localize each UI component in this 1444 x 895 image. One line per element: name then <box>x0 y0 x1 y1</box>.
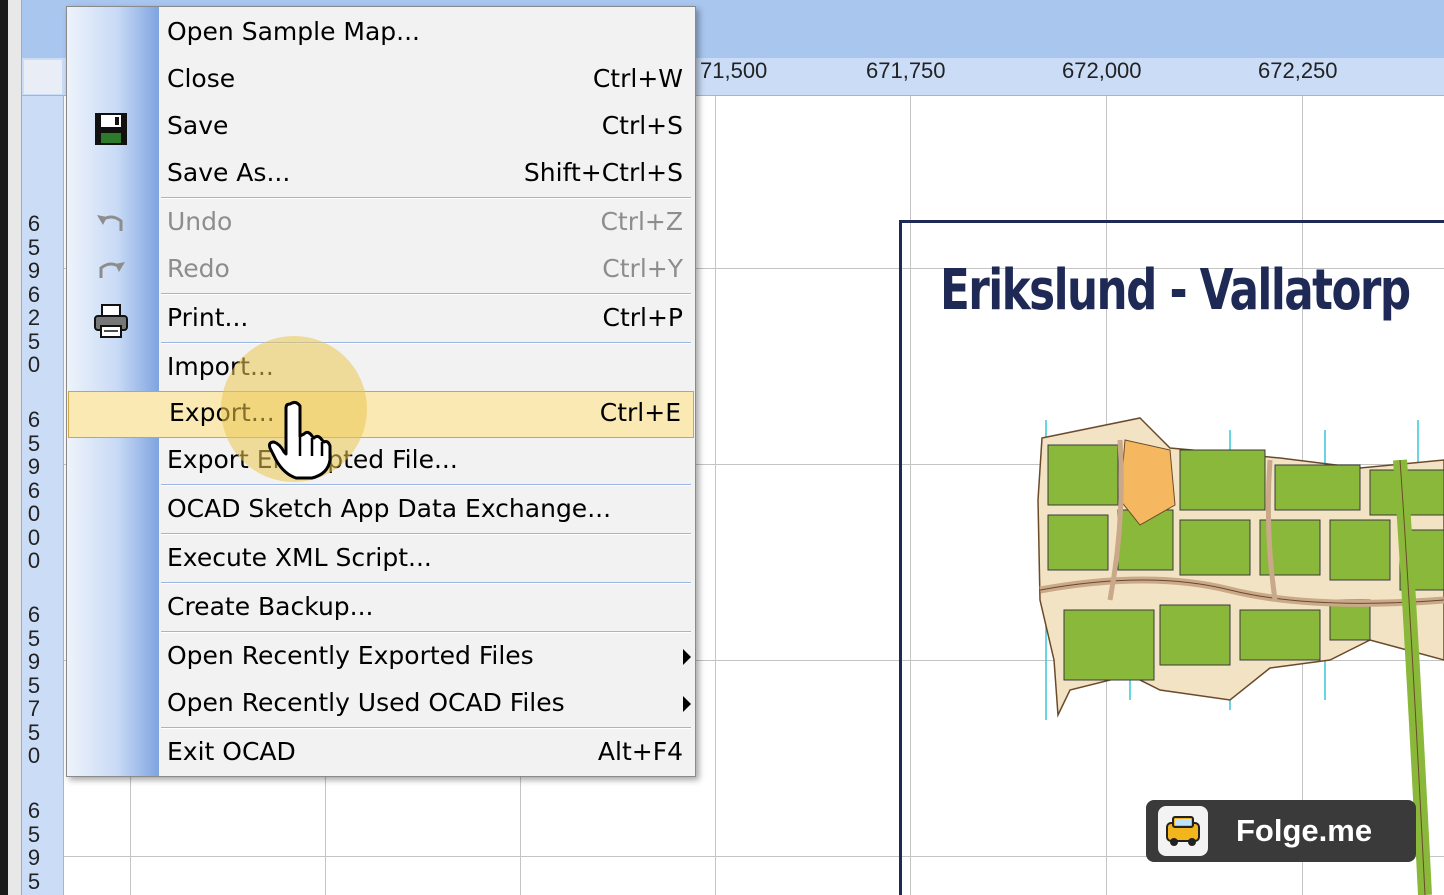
menu-item-label: Undo <box>167 207 233 236</box>
menu-item-save-as[interactable]: Save As... Shift+Ctrl+S <box>67 152 695 199</box>
ruler-y-label: 6595 <box>27 798 41 894</box>
menu-item-import[interactable]: Import... <box>67 346 695 393</box>
undo-icon <box>93 207 129 243</box>
menu-item-shortcut: Ctrl+W <box>592 64 683 93</box>
menu-item-recent-ocad-files[interactable]: Open Recently Used OCAD Files <box>67 682 695 729</box>
grid-line <box>715 96 716 895</box>
floppy-disk-icon <box>93 111 129 147</box>
ruler-y-label: 6595750 <box>27 602 41 768</box>
menu-item-exit[interactable]: Exit OCAD Alt+F4 <box>67 731 695 776</box>
redo-icon <box>93 254 129 290</box>
menu-item-open-sample-map[interactable]: Open Sample Map... <box>67 11 695 58</box>
menu-item-export-encrypted[interactable]: Export Encrypted File... <box>67 439 695 486</box>
window-edge <box>0 0 8 895</box>
menu-item-label: Exit OCAD <box>167 737 296 766</box>
map-title: Erikslund - Vallatorp <box>940 258 1411 323</box>
ruler-y-label: 6596000 <box>27 407 41 573</box>
menu-item-export[interactable]: Export... Ctrl+E <box>68 391 694 438</box>
submenu-arrow-icon <box>683 696 691 712</box>
menu-item-close[interactable]: Close Ctrl+W <box>67 58 695 105</box>
menu-item-label: Print... <box>167 303 249 332</box>
submenu-arrow-icon <box>683 649 691 665</box>
ruler-y-label: 6596250 <box>27 211 41 377</box>
menu-item-shortcut: Alt+F4 <box>597 737 683 766</box>
ruler-corner <box>24 60 62 94</box>
menu-item-print[interactable]: Print... Ctrl+P <box>67 297 695 344</box>
menu-item-label: Open Recently Used OCAD Files <box>167 688 565 717</box>
menu-separator <box>161 727 691 729</box>
ruler-x-label: 71,500 <box>700 58 768 83</box>
menu-item-shortcut: Ctrl+S <box>601 111 683 140</box>
menu-item-shortcut: Ctrl+P <box>602 303 683 332</box>
folge-logo-icon <box>1158 806 1208 856</box>
menu-item-shortcut: Ctrl+Y <box>602 254 683 283</box>
menu-item-save[interactable]: Save Ctrl+S <box>67 105 695 152</box>
menu-item-create-backup[interactable]: Create Backup... <box>67 586 695 633</box>
menu-item-shortcut: Ctrl+E <box>599 398 681 427</box>
ocad-window: 71,500 671,750 672,000 672,250 6596250 6… <box>0 0 1444 895</box>
menu-item-label: OCAD Sketch App Data Exchange... <box>167 494 612 523</box>
hand-cursor-icon <box>268 400 332 480</box>
scrollbar-vertical[interactable] <box>8 0 22 895</box>
ruler-x-label: 672,000 <box>1062 58 1142 83</box>
menu-item-recent-exported[interactable]: Open Recently Exported Files <box>67 635 695 682</box>
menu-item-shortcut: Ctrl+Z <box>600 207 683 236</box>
menu-separator <box>161 484 691 486</box>
menu-item-label: Create Backup... <box>167 592 374 621</box>
printer-icon <box>93 303 129 339</box>
menu-item-label: Open Recently Exported Files <box>167 641 534 670</box>
folge-watermark: Folge.me <box>1146 800 1416 862</box>
menu-item-execute-xml-script[interactable]: Execute XML Script... <box>67 537 695 584</box>
menu-item-label: Open Sample Map... <box>167 17 421 46</box>
watermark-text: Folge.me <box>1236 813 1373 848</box>
menu-separator <box>161 582 691 584</box>
menu-item-shortcut: Shift+Ctrl+S <box>523 158 683 187</box>
menu-item-label: Save As... <box>167 158 291 187</box>
menu-item-redo[interactable]: Redo Ctrl+Y <box>67 248 695 295</box>
ruler-x-label: 671,750 <box>866 58 946 83</box>
menu-separator <box>161 631 691 633</box>
menu-item-label: Redo <box>167 254 230 283</box>
menu-separator <box>161 342 691 344</box>
menu-separator <box>161 197 691 199</box>
menu-item-sketch-app-exchange[interactable]: OCAD Sketch App Data Exchange... <box>67 488 695 535</box>
menu-separator <box>161 533 691 535</box>
menu-item-label: Save <box>167 111 229 140</box>
menu-item-label: Close <box>167 64 236 93</box>
menu-item-label: Execute XML Script... <box>167 543 432 572</box>
menu-item-undo[interactable]: Undo Ctrl+Z <box>67 201 695 248</box>
menu-separator <box>161 293 691 295</box>
file-menu: Open Sample Map... Close Ctrl+W Save Ctr… <box>66 6 696 777</box>
ruler-x-label: 672,250 <box>1258 58 1338 83</box>
